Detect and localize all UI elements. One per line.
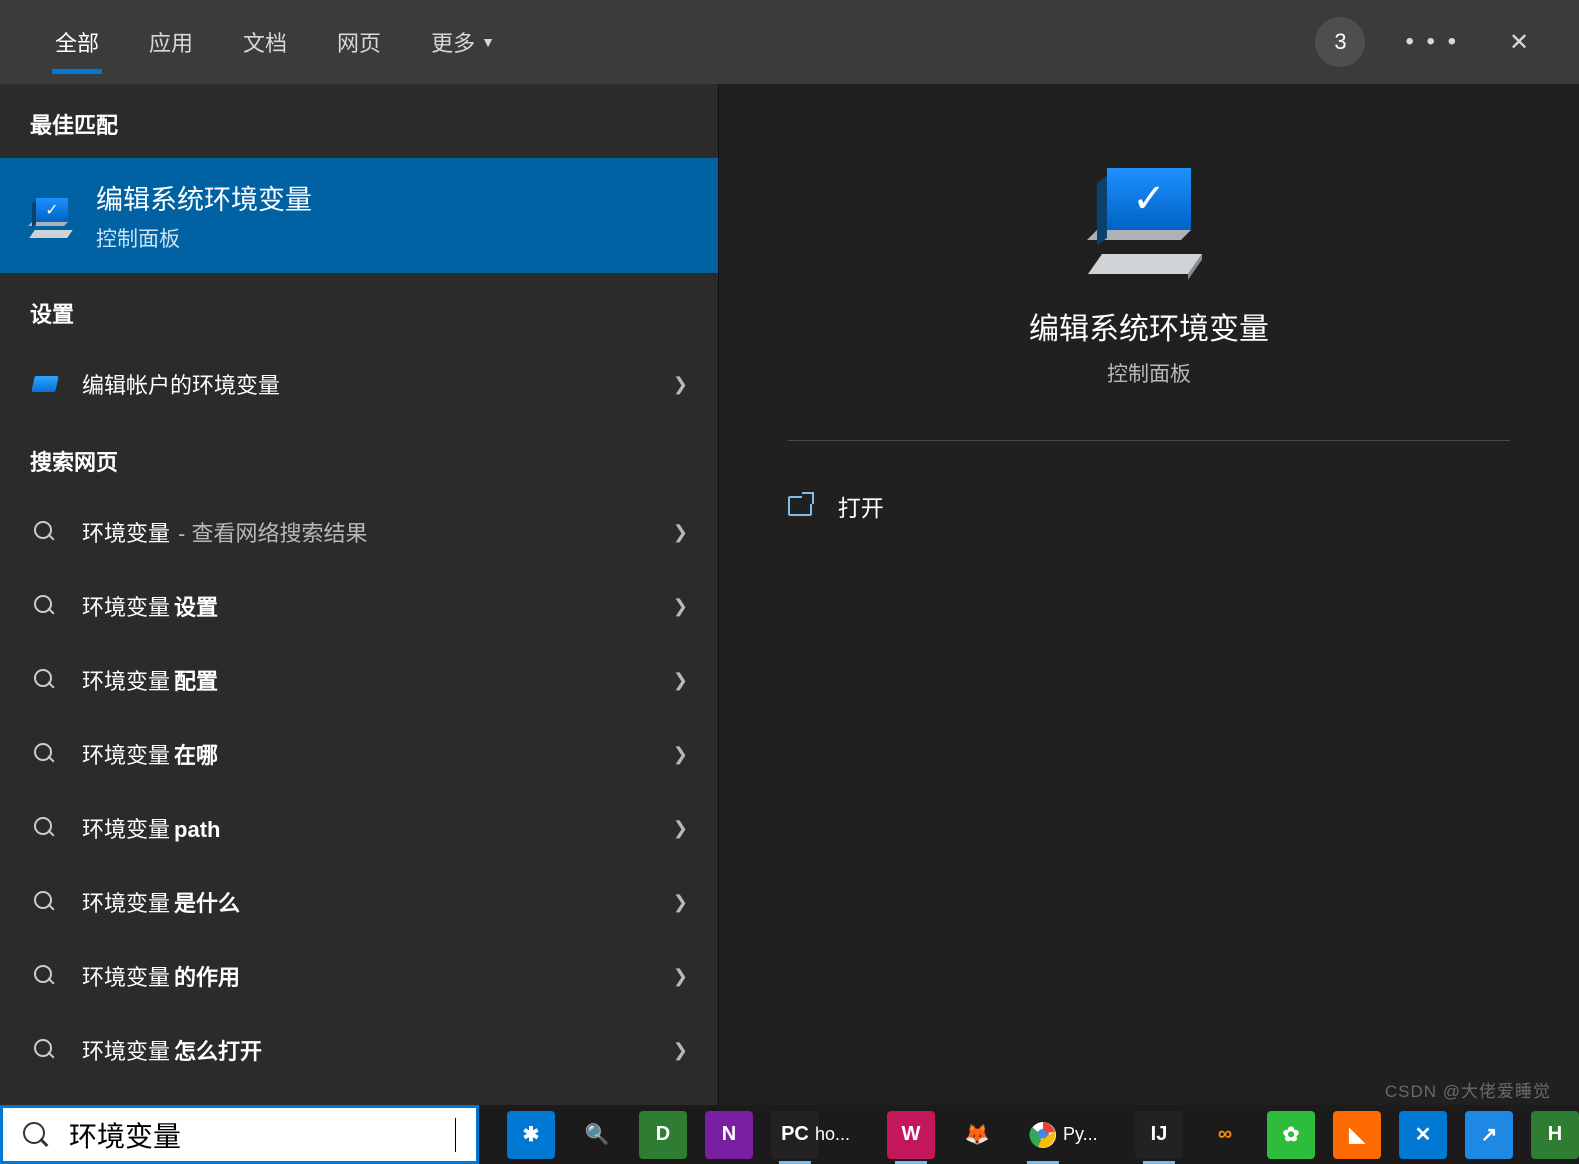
search-icon: [34, 669, 56, 691]
results-list: 最佳匹配 ✓ 编辑系统环境变量 控制面板 设置 编辑帐户的环境变量 ❯ 搜索网页…: [0, 84, 718, 1105]
taskbar-app[interactable]: ↗: [1465, 1111, 1513, 1159]
web-suggestion[interactable]: 环境变量配置❯: [0, 643, 718, 717]
chevron-right-icon: ❯: [673, 966, 688, 987]
preview-pane: ✓ 编辑系统环境变量 控制面板 打开: [718, 84, 1579, 1105]
tab-web[interactable]: 网页: [312, 0, 406, 84]
search-icon: [34, 1039, 56, 1061]
filter-tabs: 全部 应用 文档 网页 更多▼ 3 • • • ✕: [0, 0, 1579, 84]
web-suggestion[interactable]: 环境变量在哪❯: [0, 717, 718, 791]
chevron-right-icon: ❯: [673, 670, 688, 691]
web-suggestion[interactable]: 环境变量 - 查看网络搜索结果❯: [0, 495, 718, 569]
search-icon: [34, 817, 56, 839]
taskbar: ✱ 🔍 DN PCho... W 🦊 Py... IJ ∞ ✿ ◣ ✕ ↗ H: [0, 1105, 1579, 1164]
rewards-badge[interactable]: 3: [1315, 17, 1365, 67]
settings-item-account-env[interactable]: 编辑帐户的环境变量 ❯: [0, 347, 718, 421]
open-button[interactable]: 打开: [788, 483, 1510, 529]
web-suggestion[interactable]: 环境变量设置❯: [0, 569, 718, 643]
chevron-right-icon: ❯: [673, 596, 688, 617]
chevron-right-icon: ❯: [673, 744, 688, 765]
chevron-right-icon: ❯: [673, 374, 688, 395]
chevron-right-icon: ❯: [673, 1040, 688, 1061]
web-suggestion[interactable]: 环境变量怎么打开❯: [0, 1013, 718, 1087]
tab-more[interactable]: 更多▼: [406, 0, 520, 84]
taskbar-app[interactable]: N: [705, 1111, 753, 1159]
close-icon[interactable]: ✕: [1499, 28, 1539, 57]
chevron-down-icon: ▼: [481, 34, 495, 50]
taskbar-app[interactable]: ✱: [507, 1111, 555, 1159]
search-input[interactable]: [69, 1119, 435, 1151]
taskbar-app[interactable]: Py...: [1019, 1111, 1067, 1159]
open-icon: [788, 496, 812, 516]
taskbar-app[interactable]: 🦊: [953, 1111, 1001, 1159]
search-icon: [34, 743, 56, 765]
search-icon: [23, 1122, 49, 1148]
best-match-title: 编辑系统环境变量: [96, 178, 312, 217]
chevron-right-icon: ❯: [673, 818, 688, 839]
search-panel: 全部 应用 文档 网页 更多▼ 3 • • • ✕ 最佳匹配 ✓ 编辑系统环境变…: [0, 0, 1579, 1105]
settings-icon: [31, 376, 58, 392]
options-icon[interactable]: • • •: [1405, 28, 1459, 56]
taskbar-app[interactable]: ✕: [1399, 1111, 1447, 1159]
search-box[interactable]: [0, 1105, 479, 1164]
search-icon: [34, 595, 56, 617]
search-icon: [34, 521, 56, 543]
taskbar-app[interactable]: W: [887, 1111, 935, 1159]
taskbar-app[interactable]: PCho...: [771, 1111, 819, 1159]
section-best-match: 最佳匹配: [0, 84, 718, 158]
watermark: CSDN @大佬爱睡觉: [1385, 1077, 1551, 1102]
taskbar-app[interactable]: 🔍: [573, 1111, 621, 1159]
divider: [788, 440, 1510, 441]
control-panel-icon: ✓: [30, 194, 74, 238]
chevron-right-icon: ❯: [673, 892, 688, 913]
taskbar-app[interactable]: H: [1531, 1111, 1579, 1159]
web-suggestion[interactable]: 环境变量的作用❯: [0, 939, 718, 1013]
chevron-right-icon: ❯: [673, 522, 688, 543]
tab-apps[interactable]: 应用: [124, 0, 218, 84]
preview-title: 编辑系统环境变量: [1029, 304, 1269, 348]
section-settings: 设置: [0, 273, 718, 347]
preview-subtitle: 控制面板: [1107, 358, 1191, 388]
taskbar-app[interactable]: IJ: [1135, 1111, 1183, 1159]
tab-all[interactable]: 全部: [30, 0, 124, 84]
web-suggestion[interactable]: 环境变量是什么❯: [0, 865, 718, 939]
web-suggestion[interactable]: 环境变量path❯: [0, 791, 718, 865]
best-match-subtitle: 控制面板: [96, 223, 312, 253]
tab-docs[interactable]: 文档: [218, 0, 312, 84]
taskbar-app[interactable]: ✿: [1267, 1111, 1315, 1159]
section-search-web: 搜索网页: [0, 421, 718, 495]
text-cursor: [455, 1118, 456, 1152]
best-match-item[interactable]: ✓ 编辑系统环境变量 控制面板: [0, 158, 718, 273]
search-icon: [34, 891, 56, 913]
search-icon: [34, 965, 56, 987]
taskbar-app[interactable]: ◣: [1333, 1111, 1381, 1159]
taskbar-app[interactable]: ∞: [1201, 1111, 1249, 1159]
taskbar-app[interactable]: D: [639, 1111, 687, 1159]
control-panel-icon: ✓: [1089, 154, 1209, 274]
